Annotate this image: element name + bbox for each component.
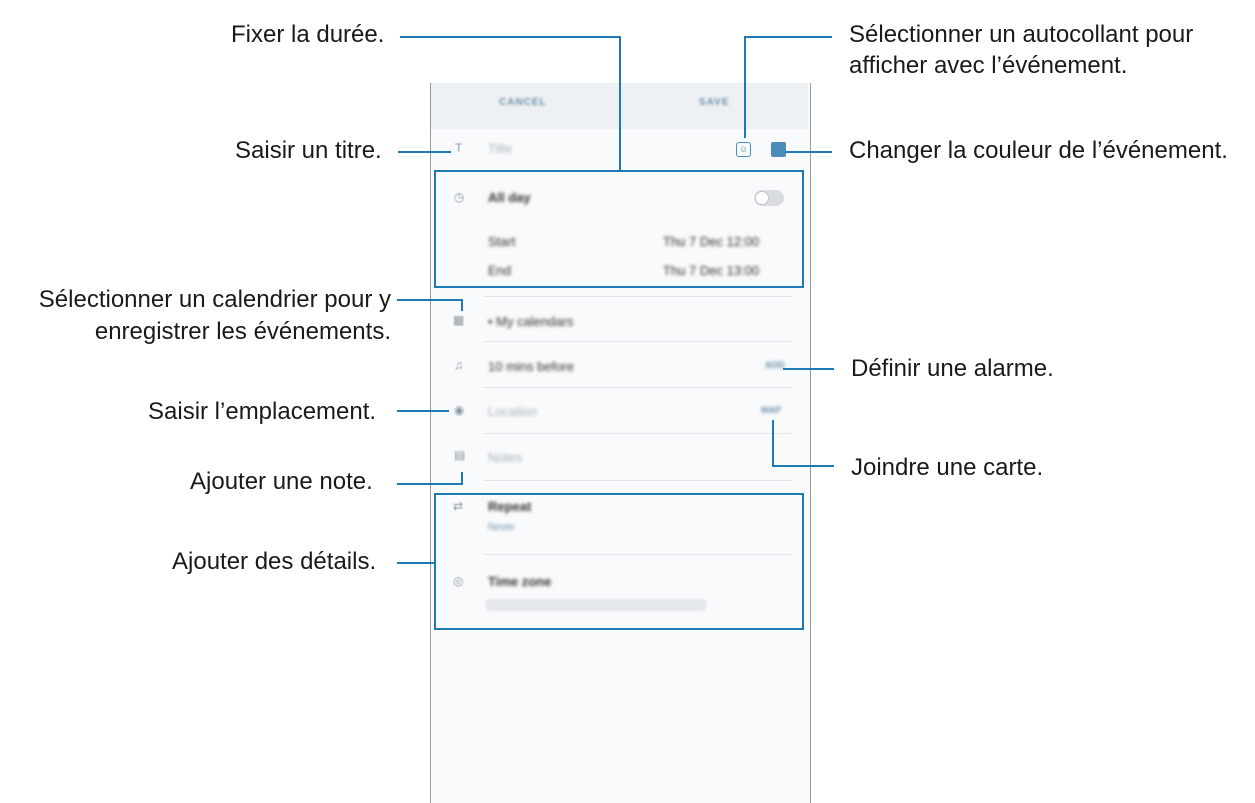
divider bbox=[483, 480, 793, 481]
annotation-alarm: Définir une alarme. bbox=[851, 355, 1054, 382]
divider bbox=[483, 296, 793, 297]
annotation-color: Changer la couleur de l’événement. bbox=[849, 137, 1228, 164]
note-icon: ▤ bbox=[454, 448, 466, 462]
leader-line bbox=[397, 483, 463, 485]
leader-line bbox=[619, 36, 621, 171]
location-input[interactable]: Location bbox=[488, 404, 537, 419]
cancel-button[interactable]: CANCEL bbox=[499, 97, 547, 108]
annotation-sticker-line2: afficher avec l’événement. bbox=[849, 52, 1128, 79]
leader-line bbox=[461, 472, 463, 485]
calendar-selector[interactable]: • My calendars bbox=[488, 314, 573, 329]
leader-line bbox=[398, 151, 451, 153]
leader-line bbox=[397, 410, 449, 412]
annotation-location: Saisir l’emplacement. bbox=[148, 398, 377, 425]
details-highlight bbox=[434, 493, 804, 630]
title-icon: T bbox=[455, 141, 463, 155]
divider bbox=[483, 433, 793, 434]
add-alarm-button[interactable]: ADD bbox=[765, 360, 785, 370]
annotation-details: Ajouter des détails. bbox=[172, 548, 377, 575]
annotation-map: Joindre une carte. bbox=[851, 454, 1044, 481]
leader-line bbox=[400, 36, 621, 38]
divider bbox=[483, 387, 793, 388]
calendar-icon: ▦ bbox=[453, 313, 465, 327]
leader-line bbox=[772, 420, 774, 467]
leader-line bbox=[785, 151, 832, 153]
annotation-note: Ajouter une note. bbox=[190, 468, 373, 495]
duration-highlight bbox=[434, 170, 804, 288]
alarm-value[interactable]: 10 mins before bbox=[488, 359, 574, 374]
bell-icon: ♫ bbox=[454, 358, 463, 372]
leader-line bbox=[397, 299, 463, 301]
leader-line bbox=[783, 368, 834, 370]
leader-line bbox=[397, 562, 435, 564]
save-button[interactable]: SAVE bbox=[699, 97, 730, 108]
annotation-calendar-line2: enregistrer les événements. bbox=[94, 318, 391, 345]
annotation-calendar-line1: Sélectionner un calendrier pour y bbox=[38, 286, 391, 313]
leader-line bbox=[774, 465, 834, 467]
location-pin-icon: ◉ bbox=[454, 403, 465, 417]
divider bbox=[483, 341, 793, 342]
notes-input[interactable]: Notes bbox=[488, 450, 522, 465]
title-input[interactable]: Title bbox=[488, 141, 512, 156]
annotation-sticker-line1: Sélectionner un autocollant pour bbox=[849, 21, 1194, 48]
leader-line bbox=[744, 36, 746, 138]
annotation-title: Saisir un titre. bbox=[235, 137, 382, 164]
map-button[interactable]: MAP bbox=[761, 405, 781, 415]
annotation-set-duration: Fixer la durée. bbox=[231, 21, 385, 48]
event-color-button[interactable] bbox=[771, 142, 786, 157]
leader-line bbox=[461, 299, 463, 311]
sticker-icon[interactable]: ☺ bbox=[736, 142, 751, 157]
leader-line bbox=[744, 36, 832, 38]
